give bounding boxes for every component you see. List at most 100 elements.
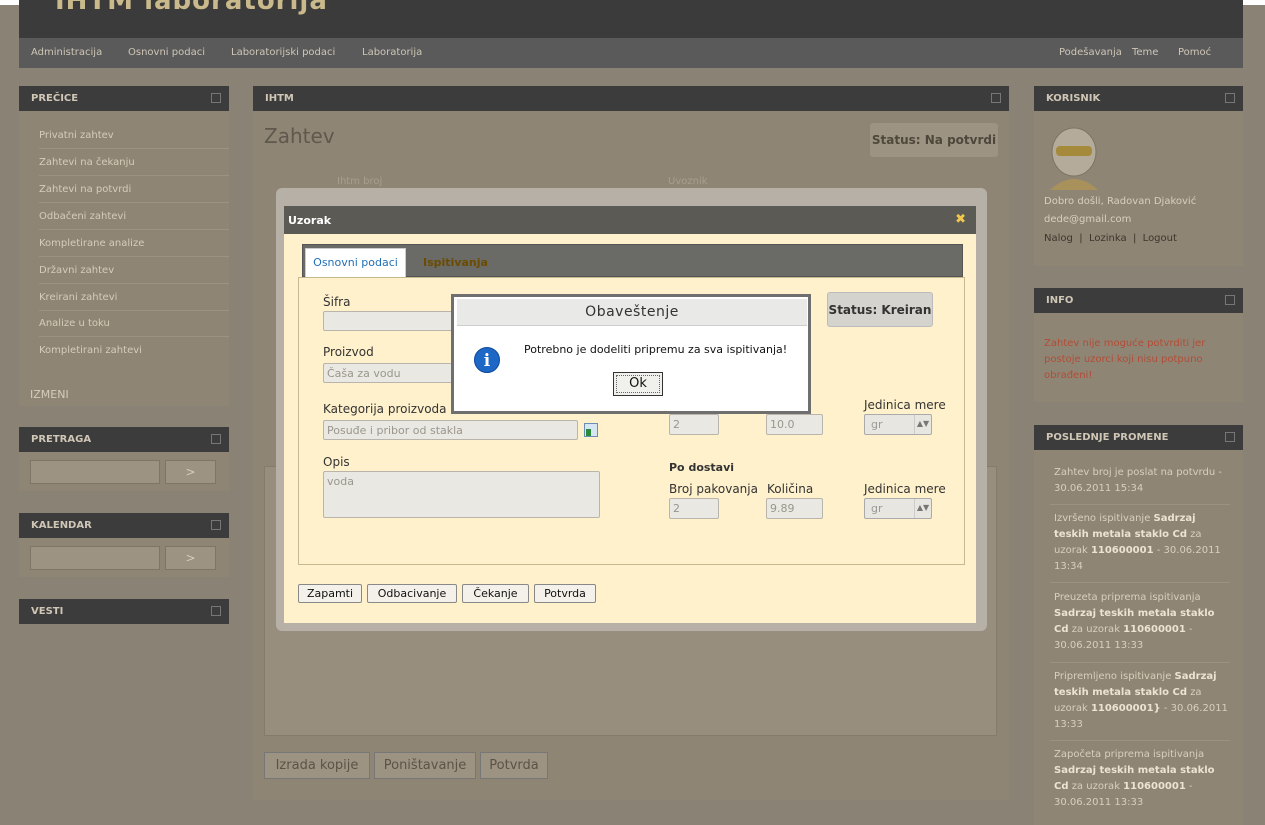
change-text: za uzorak [1071,781,1120,792]
sidebar-item-analize-u-toku[interactable]: Analize u toku [39,318,110,329]
divider [39,202,229,203]
close-icon[interactable]: ✖ [955,212,966,227]
odbacivanje-button[interactable]: Odbacivanje [367,584,457,603]
user-name: Radovan Djaković [1106,196,1197,207]
link-separator: | [1132,233,1137,244]
pretraga-title: PRETRAGA [31,434,92,445]
kolicina-dostava-field[interactable]: 9.89 [766,498,823,519]
main-header: IHTM [253,86,1009,111]
vesti-header: VESTI [19,599,229,624]
page-title: Zahtev [264,124,335,148]
sidebar-item-drzavni-zahtev[interactable]: Državni zahtev [39,265,114,276]
lozinka-link[interactable]: Lozinka [1089,233,1127,244]
nav-pomoc[interactable]: Pomoć [1178,47,1211,58]
nav-osnovni-podaci[interactable]: Osnovni podaci [128,47,205,58]
ok-button[interactable]: Ok [613,372,663,396]
proizvod-field[interactable]: Čaša za vodu [323,363,453,383]
alert-title: Obaveštenje [457,299,807,326]
change-text: Započeta priprema ispitivanja [1054,749,1205,760]
link-separator: | [1079,233,1083,244]
tab-ispitivanja[interactable]: Ispitivanja [423,256,488,269]
poslednje-promene-header: POSLEDNJE PROMENE [1034,425,1243,450]
kategorija-field[interactable]: Posuđe i pribor od stakla [323,420,578,440]
sidebar-item-kompletirani-zahtevi[interactable]: Kompletirani zahtevi [39,345,142,356]
jedinica-value: gr [871,502,883,515]
main-panel-title: IHTM [265,93,294,104]
sidebar-item-kompletirane-analize[interactable]: Kompletirane analize [39,238,144,249]
info-icon: i [474,347,500,373]
info-message: Zahtev nije moguće potvrditi jer postoje… [1044,338,1206,381]
divider [39,148,229,149]
zapamti-button[interactable]: Zapamti [298,584,362,603]
broj-pakovanja-dostava-field[interactable]: 2 [669,498,719,519]
collapse-icon[interactable] [1225,93,1235,103]
info-title: INFO [1046,295,1074,306]
search-button[interactable]: > [165,460,216,484]
uzorak-modal-header: Uzorak ✖ [284,206,976,234]
divider [39,283,229,284]
broj-pakovanja-label: Broj pakovanja [669,482,758,496]
nav-laboratorijski-podaci[interactable]: Laboratorijski podaci [231,47,335,58]
top-nav: Administracija Osnovni podaci Laboratori… [19,38,1243,68]
collapse-icon[interactable] [211,434,221,444]
calendar-button[interactable]: > [165,546,216,570]
divider [39,175,229,176]
sidebar-item-odbaceni-zahtevi[interactable]: Odbačeni zahtevi [39,211,126,222]
opis-label: Opis [323,455,350,469]
nav-teme[interactable]: Teme [1132,47,1158,58]
potvrda-modal-button[interactable]: Potvrda [534,584,596,603]
nav-administracija[interactable]: Administracija [31,47,102,58]
change-text: Pripremljeno ispitivanje [1054,671,1172,682]
sifra-field[interactable] [323,311,453,331]
nav-laboratorija[interactable]: Laboratorija [362,47,422,58]
sidebar-item-zahtevi-na-cekanju[interactable]: Zahtevi na čekanju [39,157,135,168]
divider [39,256,229,257]
collapse-icon[interactable] [211,520,221,530]
spinner-icon: ▲▼ [914,415,931,434]
cekanje-button[interactable]: Čekanje [462,584,529,603]
jedinica-dostava-select[interactable]: gr ▲▼ [864,498,932,519]
logout-link[interactable]: Logout [1143,233,1177,244]
izrada-kopije-button[interactable]: Izrada kopije [264,752,370,779]
collapse-icon[interactable] [211,93,221,103]
uvoznik-label: Uvoznik [668,176,708,187]
broj-pakovanja-field[interactable]: 2 [669,414,719,435]
alert-message: Potrebno je dodeliti pripremu za sva isp… [524,343,788,356]
list-item: Preuzeta priprema ispitivanja Sadrzaj te… [1054,590,1229,654]
opis-textarea[interactable]: voda [323,471,600,518]
search-input[interactable] [30,460,160,484]
nav-podesavanja[interactable]: Podešavanja [1059,47,1122,58]
user-email: dede@gmail.com [1044,214,1132,225]
kalendar-header: KALENDAR [19,513,229,538]
avatar [1050,127,1098,190]
collapse-icon[interactable] [211,606,221,616]
sidebar-item-privatni-zahtev[interactable]: Privatni zahtev [39,130,114,141]
change-text: Izvršeno ispitivanje [1054,513,1151,524]
kolicina-field[interactable]: 10.0 [766,414,823,435]
jedinica-select[interactable]: gr ▲▼ [864,414,932,435]
date-input[interactable] [30,546,160,570]
poslednje-promene-title: POSLEDNJE PROMENE [1046,432,1169,443]
collapse-icon[interactable] [991,93,1001,103]
collapse-icon[interactable] [1225,432,1235,442]
vesti-title: VESTI [31,606,64,617]
tab-osnovni-podaci[interactable]: Osnovni podaci [305,248,406,277]
list-item: Započeta priprema ispitivanja Sadrzaj te… [1054,747,1229,811]
sidebar-item-zahtevi-na-potvrdi[interactable]: Zahtevi na potvrdi [39,184,131,195]
precice-title: PREČICE [31,93,79,104]
change-sample-id: 110600001 [1090,545,1154,556]
list-item: Izvršeno ispitivanje Sadrzaj teskih meta… [1054,511,1229,575]
potvrda-button[interactable]: Potvrda [480,752,548,779]
korisnik-title: KORISNIK [1046,93,1101,104]
sidebar-item-kreirani-zahtevi[interactable]: Kreirani zahtevi [39,292,117,303]
ponistavanje-button[interactable]: Poništavanje [374,752,476,779]
lookup-icon[interactable] [584,423,598,437]
welcome-text: Dobro došli, [1044,196,1104,207]
kalendar-panel: KALENDAR > [19,513,229,577]
change-text: Zahtev broj je poslat na potvrdu [1054,467,1216,478]
list-item: Pripremljeno ispitivanje Sadrzaj teskih … [1054,669,1229,733]
status-badge: Status: Na potvrdi [870,123,998,157]
nalog-link[interactable]: Nalog [1044,233,1073,244]
izmeni-link[interactable]: IZMENI [30,388,69,401]
collapse-icon[interactable] [1225,295,1235,305]
